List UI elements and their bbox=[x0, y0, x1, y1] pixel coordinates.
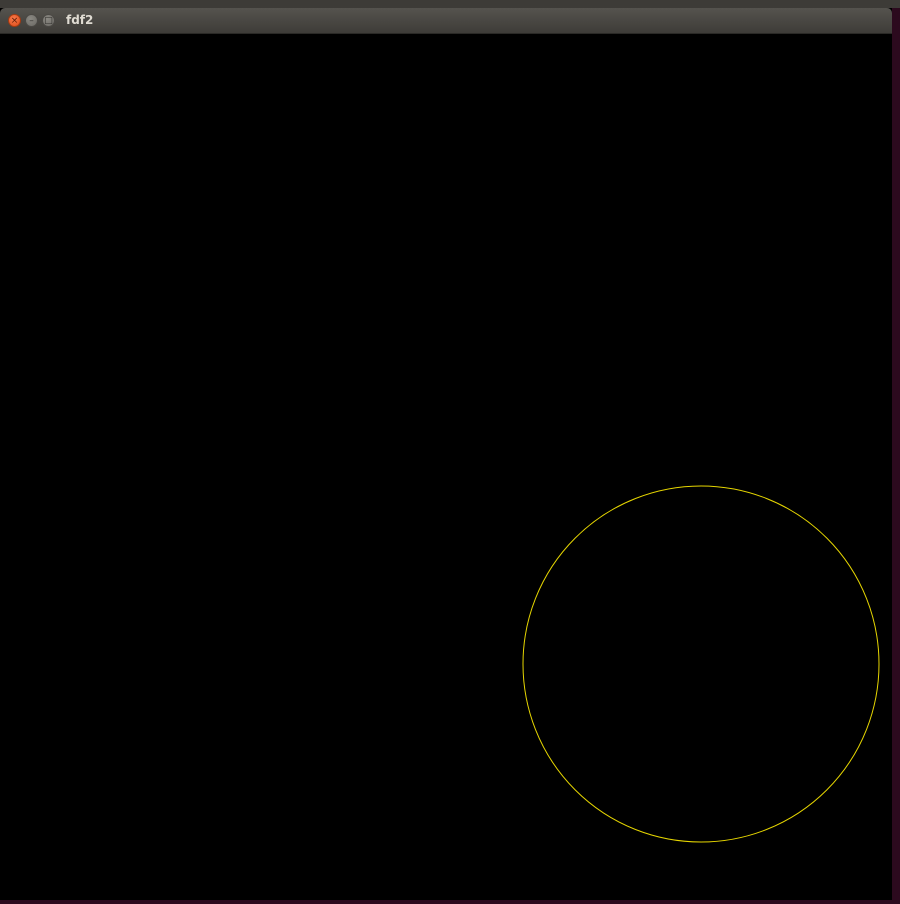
close-icon: × bbox=[10, 16, 19, 26]
drawing-canvas[interactable] bbox=[0, 34, 892, 900]
close-button[interactable]: × bbox=[8, 14, 21, 27]
window-title: fdf2 bbox=[66, 13, 94, 27]
app-window: × – □ fdf2 bbox=[0, 8, 892, 900]
desktop-top-panel bbox=[0, 0, 900, 8]
title-bar[interactable]: × – □ fdf2 bbox=[0, 8, 892, 34]
desktop-background bbox=[892, 8, 900, 900]
canvas-svg bbox=[522, 485, 880, 843]
maximize-icon: □ bbox=[44, 16, 53, 26]
drawn-circle bbox=[522, 485, 880, 843]
maximize-button[interactable]: □ bbox=[42, 14, 55, 27]
minimize-icon: – bbox=[29, 16, 34, 26]
minimize-button[interactable]: – bbox=[25, 14, 38, 27]
